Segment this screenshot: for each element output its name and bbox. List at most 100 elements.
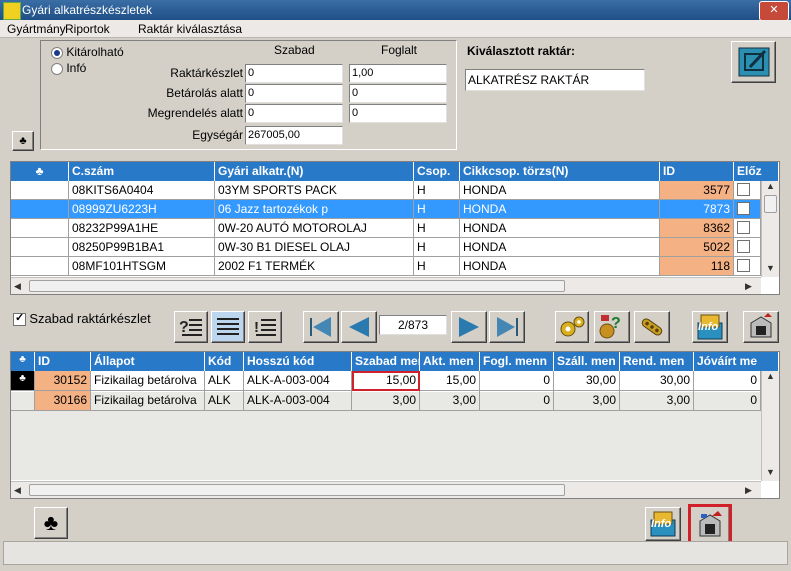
radio-info[interactable]: Infó	[51, 61, 86, 75]
parts-cell-name[interactable]: 0W-30 B1 DIESEL OLAJ	[215, 238, 414, 257]
stock-cell-jov[interactable]: 0	[694, 371, 761, 391]
stock-scroll-down-icon[interactable]: ▼	[766, 467, 775, 477]
parts-cell-elozo[interactable]	[734, 181, 761, 200]
parts-cell-id[interactable]: 118	[660, 257, 734, 276]
parts-cell-cszam[interactable]: 08250P99B1BA1	[69, 238, 215, 257]
stock-header-akt[interactable]: Akt. men	[420, 352, 480, 371]
warehouse-field[interactable]: ALKATRÉSZ RAKTÁR	[465, 69, 645, 91]
parts-vscroll[interactable]: ▲ ▼	[761, 181, 779, 277]
parts-cell-csop[interactable]: H	[414, 257, 460, 276]
parts-cell-id[interactable]: 3577	[660, 181, 734, 200]
field-egysegar[interactable]: 267005,00	[245, 126, 343, 145]
stock-header-fogl[interactable]: Fogl. menn	[480, 352, 554, 371]
stock-header-club[interactable]: ♣	[11, 352, 35, 371]
field-betarolas-free[interactable]: 0	[245, 84, 343, 103]
last-page-button[interactable]	[489, 311, 525, 343]
field-raktarkeszlet-reserved[interactable]: 1,00	[349, 64, 447, 83]
club-large-button[interactable]: ♣	[34, 507, 68, 539]
parts-hscroll-thumb[interactable]	[29, 280, 565, 292]
parts-cell-name[interactable]: 06 Jazz tartozékok p	[215, 200, 414, 219]
edit-button[interactable]	[731, 41, 776, 83]
stock-cell-fogl[interactable]: 0	[480, 391, 554, 411]
view-alert-list-button[interactable]: !	[248, 311, 282, 343]
stock-cell-akt[interactable]: 15,00	[420, 371, 480, 391]
parts-cell-name[interactable]: 0W-20 AUTÓ MOTOROLAJ	[215, 219, 414, 238]
parts-cell-id[interactable]: 5022	[660, 238, 734, 257]
parts-cell-torzs[interactable]: HONDA	[460, 219, 660, 238]
parts-cell-elozo[interactable]	[734, 219, 761, 238]
parts-hscroll[interactable]: ◀ ▶	[11, 277, 761, 294]
parts-cell-elozo[interactable]	[734, 200, 761, 219]
parts-row-checkbox[interactable]	[737, 240, 750, 253]
parts-row-indicator[interactable]	[11, 181, 69, 200]
scroll-down-icon[interactable]: ▼	[766, 263, 775, 273]
parts-row-checkbox[interactable]	[737, 202, 750, 215]
parts-cell-torzs[interactable]: HONDA	[460, 181, 660, 200]
stock-row-indicator[interactable]	[11, 391, 35, 411]
menu-raktar-kivalasztasa[interactable]: Raktár kiválasztása	[138, 22, 242, 36]
stock-cell-fogl[interactable]: 0	[480, 371, 554, 391]
menu-gyartmany[interactable]: Gyártmány	[7, 22, 66, 36]
field-megrendeles-reserved[interactable]: 0	[349, 104, 447, 123]
stock-cell-status[interactable]: Fizikailag betárolva	[91, 371, 205, 391]
free-stock-check-box[interactable]: ✓	[13, 312, 26, 327]
stock-cell-akt[interactable]: 3,00	[420, 391, 480, 411]
info-button-bottom[interactable]: Info	[645, 507, 681, 541]
parts-row-indicator[interactable]	[11, 200, 69, 219]
parts-cell-cszam[interactable]: 08MF101HTSGM	[69, 257, 215, 276]
view-help-list-button[interactable]: ?	[174, 311, 208, 343]
stock-header-szabad[interactable]: Szabad men	[352, 352, 420, 371]
stock-cell-id[interactable]: 30152	[35, 371, 91, 391]
parts-row-indicator[interactable]	[11, 238, 69, 257]
stock-row-indicator[interactable]: ♣	[11, 371, 35, 391]
parts-header-csop[interactable]: Csop.	[414, 162, 460, 181]
query-button[interactable]: ?	[594, 311, 630, 343]
parts-row-indicator[interactable]	[11, 257, 69, 276]
parts-row-checkbox[interactable]	[737, 259, 750, 272]
stock-cell-rend[interactable]: 30,00	[620, 371, 694, 391]
stock-cell-long[interactable]: ALK-A-003-004	[244, 371, 352, 391]
first-page-button[interactable]	[303, 311, 339, 343]
parts-cell-csop[interactable]: H	[414, 238, 460, 257]
scroll-left-icon[interactable]: ◀	[14, 281, 21, 292]
stock-vscroll[interactable]: ▲ ▼	[761, 371, 779, 481]
view-table-button[interactable]	[211, 311, 245, 343]
parts-cell-torzs[interactable]: HONDA	[460, 238, 660, 257]
parts-cell-id[interactable]: 7873	[660, 200, 734, 219]
parts-header-id[interactable]: ID	[660, 162, 734, 181]
free-stock-checkbox[interactable]: ✓ Szabad raktárkészlet	[13, 311, 151, 327]
club-small-button[interactable]: ♣	[12, 131, 34, 151]
field-betarolas-reserved[interactable]: 0	[349, 84, 447, 103]
scroll-up-icon[interactable]: ▲	[762, 181, 779, 191]
parts-cell-csop[interactable]: H	[414, 181, 460, 200]
stock-cell-jov[interactable]: 0	[694, 391, 761, 411]
parts-row-indicator[interactable]	[11, 219, 69, 238]
stock-cell-rend[interactable]: 3,00	[620, 391, 694, 411]
parts-cell-id[interactable]: 8362	[660, 219, 734, 238]
settings-button[interactable]	[555, 311, 589, 343]
stock-header-kod[interactable]: Kód	[205, 352, 244, 371]
stock-hscroll[interactable]: ◀ ▶	[11, 481, 761, 498]
parts-header-torzs[interactable]: Cikkcsop. törzs(N)	[460, 162, 660, 181]
parts-cell-elozo[interactable]	[734, 257, 761, 276]
parts-cell-torzs[interactable]: HONDA	[460, 257, 660, 276]
parts-cell-torzs[interactable]: HONDA	[460, 200, 660, 219]
parts-cell-csop[interactable]: H	[414, 219, 460, 238]
scroll-right-icon[interactable]: ▶	[745, 281, 752, 292]
stock-header-jovairt[interactable]: Jóváírt me	[694, 352, 779, 371]
stock-header-rend[interactable]: Rend. men	[620, 352, 694, 371]
parts-row-checkbox[interactable]	[737, 221, 750, 234]
field-raktarkeszlet-free[interactable]: 0	[245, 64, 343, 83]
next-page-button[interactable]	[451, 311, 487, 343]
stock-cell-status[interactable]: Fizikailag betárolva	[91, 391, 205, 411]
stock-cell-id[interactable]: 30166	[35, 391, 91, 411]
radio-kitarolhato[interactable]: Kitárolható	[51, 45, 124, 59]
export-button-mid[interactable]	[743, 311, 779, 343]
stock-cell-kod[interactable]: ALK	[205, 391, 244, 411]
info-button-mid[interactable]: Info	[692, 311, 728, 343]
parts-header-elozo[interactable]: Előz	[734, 162, 779, 181]
prev-page-button[interactable]	[341, 311, 377, 343]
parts-cell-csop[interactable]: H	[414, 200, 460, 219]
parts-cell-name[interactable]: 03YM SPORTS PACK	[215, 181, 414, 200]
parts-cell-elozo[interactable]	[734, 238, 761, 257]
